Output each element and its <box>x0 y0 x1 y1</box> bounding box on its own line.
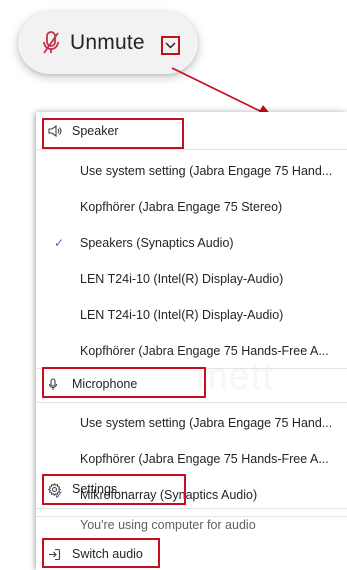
option-label: Kopfhörer (Jabra Engage 75 Hands-Free A.… <box>80 452 329 466</box>
checkmark-icon: ✓ <box>54 236 65 250</box>
speaker-option-len-display-1[interactable]: LEN T24i-10 (Intel(R) Display-Audio) <box>36 264 347 294</box>
option-label: Use system setting (Jabra Engage 75 Hand… <box>80 164 333 178</box>
switch-audio-menu-item[interactable]: Switch audio <box>36 539 347 569</box>
switch-audio-label: Switch audio <box>72 547 143 561</box>
speaker-option-kopfhoerer-stereo[interactable]: Kopfhörer (Jabra Engage 75 Stereo) <box>36 192 347 222</box>
microphone-icon <box>48 377 66 391</box>
option-label: Speakers (Synaptics Audio) <box>80 236 234 250</box>
unmute-button-label[interactable]: Unmute <box>70 29 145 57</box>
audio-info-text: You're using computer for audio <box>36 510 347 540</box>
option-label: Kopfhörer (Jabra Engage 75 Hands-Free A.… <box>80 344 329 358</box>
speaker-option-kopfhoerer-handsfree[interactable]: Kopfhörer (Jabra Engage 75 Hands-Free A.… <box>36 336 347 366</box>
microphone-off-icon[interactable] <box>42 31 60 55</box>
divider <box>36 149 347 150</box>
speaker-option-len-display-2[interactable]: LEN T24i-10 (Intel(R) Display-Audio) <box>36 300 347 330</box>
switch-audio-icon <box>48 547 66 561</box>
microphone-option-system-setting[interactable]: Use system setting (Jabra Engage 75 Hand… <box>36 408 347 438</box>
microphone-option-kopfhoerer-handsfree[interactable]: Kopfhörer (Jabra Engage 75 Hands-Free A.… <box>36 444 347 474</box>
divider <box>36 402 347 403</box>
microphone-section-header: Microphone <box>36 369 347 399</box>
microphone-header-label: Microphone <box>72 377 138 391</box>
divider <box>36 508 347 509</box>
settings-menu-item[interactable]: Settings... <box>36 474 347 504</box>
speaker-option-system-setting[interactable]: Use system setting (Jabra Engage 75 Hand… <box>36 156 347 186</box>
option-label: LEN T24i-10 (Intel(R) Display-Audio) <box>80 272 284 286</box>
option-label: Kopfhörer (Jabra Engage 75 Stereo) <box>80 200 283 214</box>
gear-icon <box>48 482 66 496</box>
speaker-header-label: Speaker <box>72 124 119 138</box>
audio-options-dropdown-button[interactable] <box>161 36 180 55</box>
info-label: You're using computer for audio <box>80 518 256 532</box>
speaker-icon <box>48 124 66 138</box>
unmute-pill: Unmute <box>18 12 198 74</box>
chevron-down-icon <box>165 42 176 49</box>
settings-label: Settings... <box>72 482 128 496</box>
option-label: LEN T24i-10 (Intel(R) Display-Audio) <box>80 308 284 322</box>
speaker-option-synaptics[interactable]: ✓ Speakers (Synaptics Audio) <box>36 228 347 258</box>
speaker-section-header: Speaker <box>36 116 347 146</box>
option-label: Use system setting (Jabra Engage 75 Hand… <box>80 416 333 430</box>
